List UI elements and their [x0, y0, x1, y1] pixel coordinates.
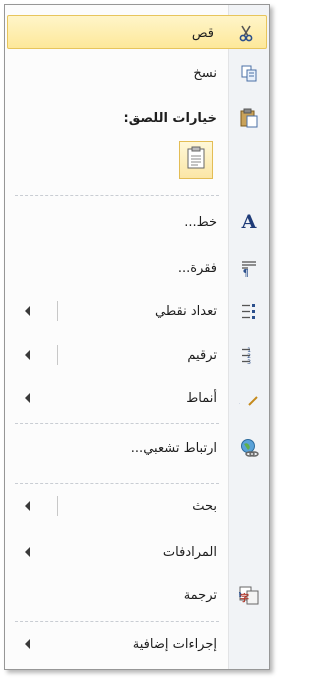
svg-text:¶: ¶	[243, 268, 249, 277]
svg-text:A: A	[239, 389, 240, 408]
menu-item-label: تعداد نقطي	[155, 303, 217, 319]
numbered-list-icon: 1 2 3	[229, 338, 269, 372]
svg-text:字: 字	[240, 592, 249, 604]
submenu-arrow-icon	[25, 639, 30, 649]
menu-item-label: ترقيم	[187, 347, 217, 363]
menu-item-label: خط...	[184, 214, 217, 230]
menu-item-label: قص	[191, 25, 214, 41]
context-menu: قص نسخ خيارات اللصق: A خط... ¶ فقرة... ت…	[4, 4, 270, 670]
submenu-arrow-icon[interactable]	[25, 501, 30, 511]
menu-separator	[15, 621, 219, 622]
menu-item-label: أنماط	[186, 390, 217, 406]
actions-blank-icon	[229, 627, 269, 661]
menu-item-paragraph[interactable]: ¶ فقرة...	[5, 251, 269, 285]
menu-separator	[15, 195, 219, 196]
submenu-arrow-icon[interactable]	[25, 306, 30, 316]
menu-item-label: فقرة...	[177, 260, 217, 276]
menu-item-label: ترجمة	[183, 587, 217, 603]
paragraph-icon: ¶	[229, 251, 269, 285]
menu-separator	[15, 423, 219, 424]
paste-keep-text-button[interactable]	[179, 141, 213, 179]
submenu-arrow-icon	[25, 547, 30, 557]
menu-item-search[interactable]: بحث	[5, 489, 269, 523]
menu-item-font[interactable]: A خط...	[5, 205, 269, 239]
search-blank-icon	[229, 489, 269, 523]
split-divider	[57, 496, 58, 516]
menu-item-cut[interactable]: قص	[7, 15, 267, 49]
menu-item-hyperlink[interactable]: ارتباط تشعبي...	[5, 431, 269, 465]
synonyms-blank-icon	[229, 535, 269, 569]
paste-options-header: خيارات اللصق:	[5, 101, 269, 135]
menu-item-synonyms[interactable]: المرادفات	[5, 535, 269, 569]
menu-item-numbering[interactable]: 1 2 3 ترقيم	[5, 338, 269, 372]
bullet-list-icon	[229, 294, 269, 328]
copy-icon	[229, 56, 269, 90]
translate-icon: a 字	[229, 578, 269, 612]
paste-options-label: خيارات اللصق:	[123, 110, 217, 126]
menu-item-additional-actions[interactable]: إجراءات إضافية	[5, 627, 269, 661]
menu-item-label: المرادفات	[162, 544, 217, 560]
clipboard-icon	[229, 101, 269, 135]
menu-item-label: نسخ	[193, 65, 217, 81]
scissors-icon	[226, 16, 266, 50]
submenu-arrow-icon[interactable]	[25, 350, 30, 360]
menu-item-label: بحث	[192, 498, 217, 514]
styles-icon: A	[229, 381, 269, 415]
hyperlink-globe-icon	[229, 431, 269, 465]
menu-item-label: ارتباط تشعبي...	[130, 440, 217, 456]
menu-item-translate[interactable]: a 字 ترجمة	[5, 578, 269, 612]
menu-item-copy[interactable]: نسخ	[5, 56, 269, 90]
menu-item-bullets[interactable]: تعداد نقطي	[5, 294, 269, 328]
menu-item-styles[interactable]: A أنماط	[5, 381, 269, 415]
paste-text-only-icon	[186, 146, 206, 174]
menu-separator	[15, 483, 219, 484]
menu-item-label: إجراءات إضافية	[132, 636, 217, 652]
split-divider	[57, 301, 58, 321]
font-a-icon: A	[241, 211, 257, 233]
split-divider	[57, 345, 58, 365]
submenu-arrow-icon	[25, 393, 30, 403]
